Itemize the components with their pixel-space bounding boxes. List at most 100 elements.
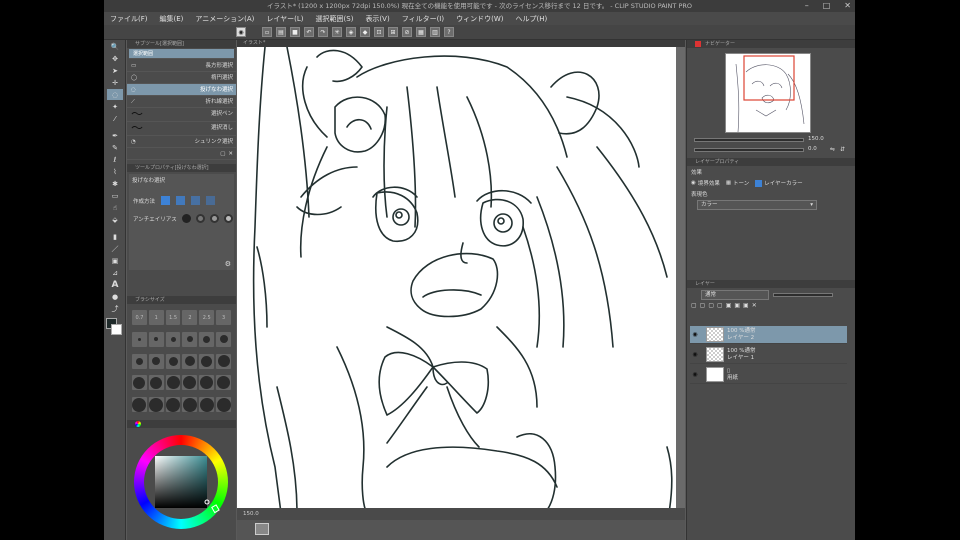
subtool-item-shrink[interactable]: ◔ シュリンク選択 bbox=[127, 136, 236, 148]
expression-color-select[interactable]: カラー ▾ bbox=[697, 200, 817, 210]
eraser-icon[interactable]: ▭ bbox=[107, 190, 123, 201]
gradient-icon[interactable]: ▮ bbox=[107, 231, 123, 242]
subtool-item-rect[interactable]: ▭ 長方形選択 bbox=[127, 60, 236, 72]
subtool-item-select-eraser[interactable]: 〜選択消し bbox=[127, 122, 236, 136]
brushsize-cell[interactable]: 2 bbox=[182, 310, 198, 325]
sub-color-swatch[interactable] bbox=[111, 324, 122, 335]
airbrush-icon[interactable]: ⌇ bbox=[107, 166, 123, 177]
menu-edit[interactable]: 編集(E) bbox=[160, 14, 184, 24]
lock-icon[interactable]: ▢ bbox=[691, 302, 697, 309]
menu-window[interactable]: ウィンドウ(W) bbox=[456, 14, 503, 24]
clip-studio-icon[interactable]: ◉ bbox=[236, 27, 246, 37]
subtool-group-tab[interactable]: 選択範囲 bbox=[129, 49, 234, 59]
tone-button[interactable]: ▦ トーン bbox=[726, 179, 749, 187]
delete-layer-icon[interactable]: ✕ bbox=[752, 302, 757, 309]
menu-file[interactable]: ファイル(F) bbox=[110, 14, 148, 24]
brushsize-cell[interactable] bbox=[132, 331, 147, 347]
auto-select-icon[interactable]: ✦ bbox=[107, 101, 123, 112]
correct-line-icon[interactable]: ⤴ bbox=[107, 303, 123, 314]
antialias-weak-icon[interactable] bbox=[195, 214, 205, 223]
subtool-item-select-pen[interactable]: 〜選択ペン bbox=[127, 108, 236, 122]
brushsize-cell[interactable] bbox=[216, 353, 231, 369]
brushsize-cell[interactable] bbox=[182, 375, 198, 391]
subtool-item-polyline[interactable]: ⟋ 折れ線選択 bbox=[127, 96, 236, 108]
new-folder-icon[interactable]: ▣ bbox=[743, 302, 749, 309]
navigator-preview[interactable] bbox=[725, 53, 811, 133]
new-file-icon[interactable]: ▫ bbox=[262, 27, 272, 37]
antialias-strong-icon[interactable] bbox=[223, 214, 233, 223]
brushsize-cell[interactable] bbox=[216, 375, 231, 391]
snap-ruler-icon[interactable]: ⊘ bbox=[402, 27, 412, 37]
operation-icon[interactable]: ➤ bbox=[107, 65, 123, 76]
mode-new-icon[interactable] bbox=[161, 196, 171, 205]
brushsize-cell[interactable]: 2.5 bbox=[199, 310, 215, 325]
fill-icon[interactable]: ◆ bbox=[360, 27, 370, 37]
pencil-icon[interactable]: ✎ bbox=[107, 142, 123, 153]
brushsize-cell[interactable]: 3 bbox=[216, 310, 231, 325]
brush-icon[interactable]: ℓ bbox=[107, 154, 123, 165]
zoom-slider[interactable] bbox=[694, 138, 804, 142]
blend-mode-select[interactable]: 通常 bbox=[701, 290, 769, 300]
color-wheel-tab-icon[interactable] bbox=[135, 421, 141, 427]
snap-grid-icon[interactable]: ▦ bbox=[416, 27, 426, 37]
snap-special-icon[interactable]: ▥ bbox=[430, 27, 440, 37]
draft-icon[interactable]: ▢ bbox=[717, 302, 723, 309]
page-thumbnail-icon[interactable] bbox=[255, 523, 269, 535]
layer-row[interactable]: ◉ 100 %通常 レイヤー 2 bbox=[690, 326, 847, 344]
brushsize-cell[interactable] bbox=[165, 331, 181, 347]
ruler-icon[interactable]: ⊿ bbox=[107, 267, 123, 278]
antialias-none-icon[interactable] bbox=[181, 214, 191, 223]
subtool-item-lasso[interactable]: ◌ 投げなわ選択 bbox=[127, 84, 236, 96]
clip-icon[interactable]: ▢ bbox=[700, 302, 706, 309]
brushsize-cell[interactable] bbox=[165, 353, 181, 369]
subtool-item-ellipse[interactable]: ◯ 楕円選択 bbox=[127, 72, 236, 84]
brushsize-cell[interactable] bbox=[199, 331, 215, 347]
clear-icon[interactable]: ✳ bbox=[332, 27, 342, 37]
open-file-icon[interactable]: ▤ bbox=[276, 27, 286, 37]
eyedropper-icon[interactable]: ⁄ bbox=[107, 113, 123, 124]
mode-intersect-icon[interactable] bbox=[206, 196, 216, 205]
brushsize-cell[interactable] bbox=[199, 353, 215, 369]
brushsize-cell[interactable] bbox=[132, 375, 147, 391]
selection-tool-icon[interactable]: ◌ bbox=[107, 89, 123, 100]
brushsize-cell[interactable] bbox=[148, 331, 164, 347]
eye-icon[interactable]: ◉ bbox=[690, 351, 700, 358]
blend-icon[interactable]: ☝ bbox=[107, 202, 123, 213]
mode-subtract-icon[interactable] bbox=[191, 196, 201, 205]
new-layer-icon[interactable]: ▣ bbox=[726, 302, 732, 309]
brushsize-cell[interactable]: 1 bbox=[148, 310, 164, 325]
color-wheel[interactable] bbox=[131, 432, 231, 532]
minimize-icon[interactable]: – bbox=[805, 0, 809, 12]
brushsize-cell[interactable] bbox=[216, 331, 231, 347]
brushsize-cell[interactable] bbox=[132, 397, 147, 413]
brushsize-cell[interactable] bbox=[165, 397, 181, 413]
eye-icon[interactable]: ◉ bbox=[690, 331, 700, 338]
wrench-icon[interactable]: ⚙ bbox=[225, 260, 231, 268]
menu-animation[interactable]: アニメーション(A) bbox=[195, 14, 254, 24]
antialias-mid-icon[interactable] bbox=[209, 214, 219, 223]
new-subtool-icon[interactable]: ▢ bbox=[220, 148, 225, 159]
menu-selection[interactable]: 選択範囲(S) bbox=[316, 14, 354, 24]
brushsize-cell[interactable] bbox=[182, 353, 198, 369]
new-vector-layer-icon[interactable]: ▣ bbox=[734, 302, 740, 309]
close-icon[interactable]: ✕ bbox=[844, 0, 851, 12]
save-icon[interactable]: ■ bbox=[290, 27, 300, 37]
move-icon[interactable]: ✥ bbox=[107, 53, 123, 64]
brushsize-cell[interactable] bbox=[182, 331, 198, 347]
brushsize-cell[interactable] bbox=[216, 397, 231, 413]
menu-help[interactable]: ヘルプ(H) bbox=[515, 14, 547, 24]
deselect-icon[interactable]: ⊡ bbox=[374, 27, 384, 37]
brushsize-cell[interactable] bbox=[148, 397, 164, 413]
border-effect-button[interactable]: ◉ 境界効果 bbox=[691, 179, 720, 187]
brushsize-cell[interactable] bbox=[148, 353, 164, 369]
fill-tool-icon[interactable]: ⬙ bbox=[107, 214, 123, 225]
frame-icon[interactable]: ▣ bbox=[107, 255, 123, 266]
transform-icon[interactable]: ◈ bbox=[346, 27, 356, 37]
menu-filter[interactable]: フィルター(I) bbox=[402, 14, 444, 24]
redo-icon[interactable]: ↷ bbox=[318, 27, 328, 37]
text-icon[interactable]: A bbox=[107, 279, 123, 290]
brushsize-cell[interactable] bbox=[165, 375, 181, 391]
drawing-canvas[interactable] bbox=[237, 47, 676, 513]
brushsize-cell[interactable]: 1.5 bbox=[165, 310, 181, 325]
menu-view[interactable]: 表示(V) bbox=[365, 14, 389, 24]
